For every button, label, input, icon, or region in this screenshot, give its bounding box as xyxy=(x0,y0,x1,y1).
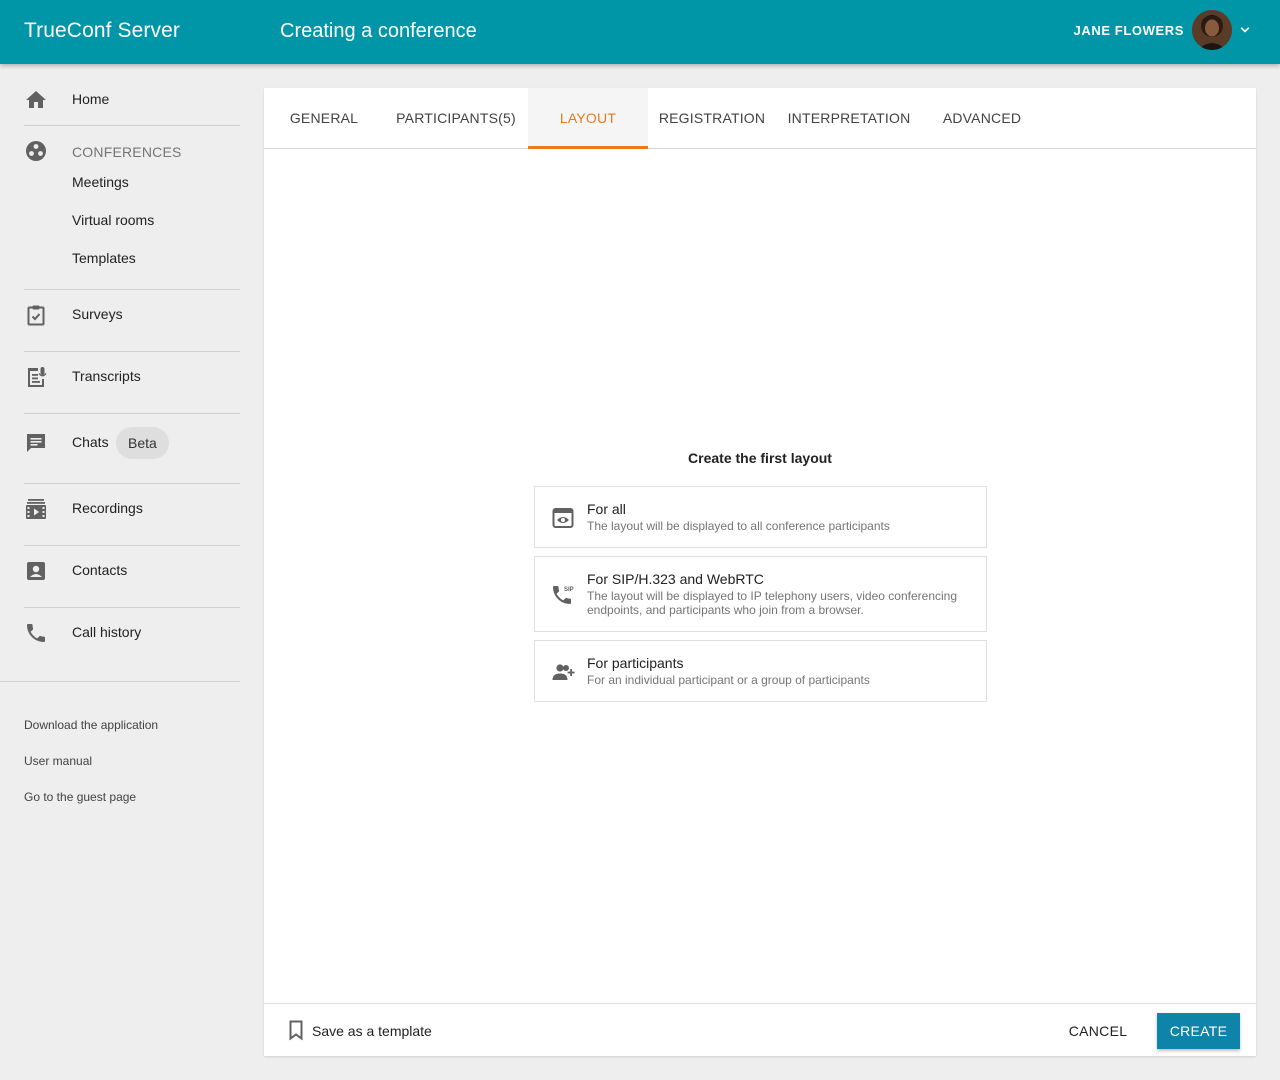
brand-logo-text[interactable]: TrueConf Server xyxy=(24,19,180,43)
phone-icon xyxy=(27,624,45,642)
sidebar-item-label: Chats xyxy=(72,434,109,450)
tab-bar: GENERAL PARTICIPANTS(5) LAYOUT REGISTRAT… xyxy=(264,88,1256,149)
sidebar-section-conferences: CONFERENCES xyxy=(72,144,182,160)
sidebar-item-recordings[interactable]: Recordings xyxy=(0,489,264,529)
option-title: For participants xyxy=(587,655,684,671)
sidebar-item-label: Transcripts xyxy=(72,368,141,384)
page-title: Creating a conference xyxy=(280,20,477,42)
option-description: The layout will be displayed to all conf… xyxy=(587,519,890,533)
sidebar-item-virtual-rooms[interactable]: Virtual rooms xyxy=(72,212,154,228)
sidebar-item-label: Recordings xyxy=(72,500,143,516)
cancel-button[interactable]: CANCEL xyxy=(1060,1013,1136,1049)
divider xyxy=(24,413,240,414)
conferences-icon xyxy=(26,141,46,161)
sidebar-item-label: Call history xyxy=(72,624,142,640)
user-avatar[interactable] xyxy=(1192,10,1232,50)
tab-participants[interactable]: PARTICIPANTS(5) xyxy=(384,88,528,148)
divider xyxy=(24,125,240,126)
guest-page-link[interactable]: Go to the guest page xyxy=(24,790,136,804)
divider xyxy=(24,483,240,484)
download-app-link[interactable]: Download the application xyxy=(24,718,158,732)
option-description: For an individual participant or a group… xyxy=(587,673,870,687)
transcript-icon xyxy=(28,367,47,387)
tab-layout[interactable]: LAYOUT xyxy=(528,88,648,149)
contact-icon xyxy=(27,562,45,580)
svg-text:SIP: SIP xyxy=(564,587,574,593)
conference-form-card: GENERAL PARTICIPANTS(5) LAYOUT REGISTRAT… xyxy=(264,88,1256,1056)
empty-state-title: Create the first layout xyxy=(688,450,832,466)
avatar-image xyxy=(1192,10,1232,50)
beta-badge: Beta xyxy=(116,427,169,459)
tab-advanced[interactable]: ADVANCED xyxy=(922,88,1042,148)
option-description: The layout will be displayed to IP telep… xyxy=(587,589,958,617)
layout-option-sip-webrtc[interactable]: SIP For SIP/H.323 and WebRTC The layout … xyxy=(534,556,987,632)
sidebar-item-templates[interactable]: Templates xyxy=(72,250,136,266)
top-app-bar: TrueConf Server Creating a conference JA… xyxy=(0,0,1280,64)
sidebar-item-label: Home xyxy=(72,91,110,107)
sidebar-item-label: Surveys xyxy=(72,306,123,322)
tab-registration[interactable]: REGISTRATION xyxy=(648,88,776,148)
layout-option-for-participants[interactable]: For participants For an individual parti… xyxy=(534,640,987,702)
recordings-icon xyxy=(26,499,46,519)
sidebar-item-transcripts[interactable]: Transcripts xyxy=(0,357,264,397)
add-participants-icon xyxy=(552,664,575,680)
bookmark-icon xyxy=(289,1020,303,1041)
create-button[interactable]: CREATE xyxy=(1157,1013,1240,1049)
tab-general[interactable]: GENERAL xyxy=(264,88,384,148)
divider xyxy=(0,681,240,682)
divider xyxy=(24,351,240,352)
chevron-down-icon[interactable] xyxy=(1236,21,1254,39)
clipboard-check-icon xyxy=(27,305,45,326)
chat-icon xyxy=(27,434,45,452)
sidebar-item-contacts[interactable]: Contacts xyxy=(0,551,264,591)
sip-phone-icon: SIP xyxy=(553,586,574,604)
sidebar-item-home[interactable]: Home xyxy=(0,80,264,120)
divider xyxy=(24,289,240,290)
sidebar-item-surveys[interactable]: Surveys xyxy=(0,295,264,335)
tab-interpretation[interactable]: INTERPRETATION xyxy=(776,88,922,148)
save-as-template-label: Save as a template xyxy=(312,1023,432,1039)
home-icon xyxy=(26,91,46,108)
sidebar: Home CONFERENCES Meetings Virtual rooms … xyxy=(0,64,264,1080)
divider xyxy=(24,607,240,608)
sidebar-item-meetings[interactable]: Meetings xyxy=(72,174,129,190)
sidebar-item-call-history[interactable]: Call history xyxy=(0,613,264,653)
user-name[interactable]: JANE FLOWERS xyxy=(1074,23,1184,38)
sidebar-item-label: Contacts xyxy=(72,562,128,578)
user-manual-link[interactable]: User manual xyxy=(24,754,92,768)
divider xyxy=(24,545,240,546)
layout-option-for-all[interactable]: For all The layout will be displayed to … xyxy=(534,486,987,548)
option-title: For SIP/H.323 and WebRTC xyxy=(587,571,764,587)
option-title: For all xyxy=(587,501,626,517)
form-actions-bar: Save as a template CANCEL CREATE xyxy=(264,1003,1256,1056)
eye-window-icon xyxy=(552,508,574,528)
